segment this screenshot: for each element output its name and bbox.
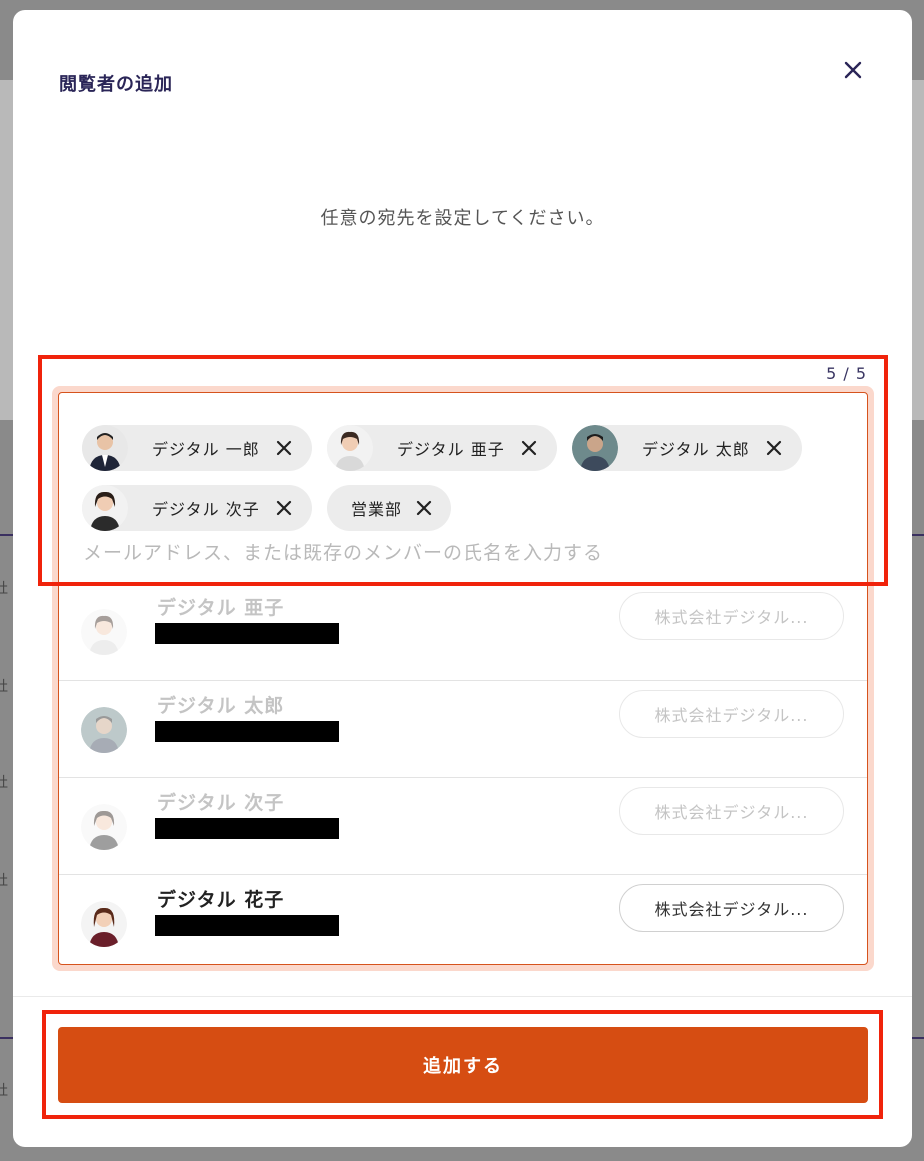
organization-badge: 株式会社デジタル... <box>619 787 844 835</box>
background-header <box>0 80 13 420</box>
redacted-email <box>155 818 339 839</box>
person-avatar <box>81 609 127 655</box>
highlight-box-submit <box>42 1010 883 1119</box>
close-icon <box>844 61 862 79</box>
background-divider <box>0 534 13 536</box>
suggestion-row: デジタル 次子 株式会社デジタル... <box>59 777 867 874</box>
organization-badge: 株式会社デジタル... <box>619 690 844 738</box>
person-avatar <box>81 804 127 850</box>
background-text: 社 <box>0 581 8 597</box>
redacted-email <box>155 915 339 936</box>
instruction-text: 任意の宛先を設定してください。 <box>320 208 605 229</box>
highlight-box-recipients <box>38 355 888 586</box>
organization-badge: 株式会社デジタル... <box>619 884 844 932</box>
background-text: 社 <box>0 775 8 791</box>
footer-divider <box>13 996 912 997</box>
background-text: 社 <box>0 873 8 889</box>
background-text: 社 <box>0 679 8 695</box>
background-header-right <box>912 80 924 420</box>
background-divider <box>912 1037 924 1039</box>
person-avatar <box>81 901 127 947</box>
modal-title: 閲覧者の追加 <box>59 74 173 95</box>
suggestion-row[interactable]: デジタル 花子 株式会社デジタル... <box>59 874 867 964</box>
redacted-email <box>155 623 339 644</box>
background-divider <box>0 1037 13 1039</box>
person-avatar <box>81 707 127 753</box>
suggestion-name: デジタル 次子 <box>157 792 285 814</box>
close-button[interactable] <box>839 56 867 84</box>
redacted-email <box>155 721 339 742</box>
suggestion-row: デジタル 亜子 株式会社デジタル... <box>59 583 867 680</box>
suggestion-name: デジタル 花子 <box>157 889 285 911</box>
suggestion-row: デジタル 太郎 株式会社デジタル... <box>59 680 867 777</box>
background-text: 社 <box>0 1083 8 1099</box>
suggestion-name: デジタル 太郎 <box>157 695 285 717</box>
organization-badge: 株式会社デジタル... <box>619 592 844 640</box>
suggestion-name: デジタル 亜子 <box>157 597 285 619</box>
background-divider <box>912 534 924 536</box>
